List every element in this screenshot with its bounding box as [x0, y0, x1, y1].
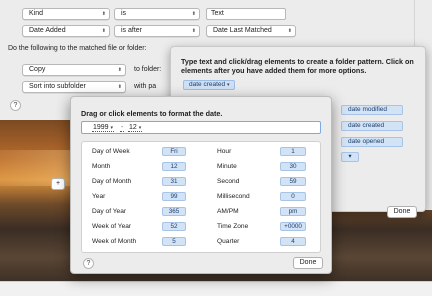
element-day-of-week[interactable]: Fri: [162, 147, 186, 156]
popup-arrows-icon: ⬍: [191, 11, 196, 17]
rule1-attribute-popup[interactable]: Kind ⬍: [22, 8, 110, 20]
rule2-attribute-value: Date Added: [29, 27, 66, 34]
popup-arrows-icon: ⬍: [117, 84, 122, 90]
element-time-zone[interactable]: +0000: [280, 222, 306, 231]
element-label: Second: [217, 178, 240, 185]
chevron-down-icon: ▾: [226, 82, 230, 88]
element-am-pm[interactable]: pm: [280, 207, 306, 216]
rule2-value-popup[interactable]: Date Last Matched ⬍: [206, 25, 296, 37]
action2-value: Sort into subfolder: [29, 83, 86, 90]
folder-pattern-instructions: Type text and click/drag elements to cre…: [181, 57, 414, 75]
add-action-button[interactable]: +: [51, 178, 65, 190]
token-more-menu[interactable]: ▾: [341, 152, 359, 162]
date-format-title: Drag or click elements to format the dat…: [81, 109, 223, 118]
date-dialog-help-button[interactable]: ?: [83, 258, 94, 269]
token-date-modified[interactable]: date modified: [341, 105, 403, 115]
element-label: Minute: [217, 163, 237, 170]
date-created-token[interactable]: date created ▾: [183, 80, 236, 90]
action1-popup[interactable]: Copy ⬍: [22, 64, 126, 76]
action2-popup[interactable]: Sort into subfolder ⬍: [22, 81, 126, 93]
popup-arrows-icon: ⬍: [287, 28, 292, 34]
rule2-operator-value: is after: [121, 27, 143, 34]
popup-arrows-icon: ⬍: [191, 28, 196, 34]
token-date-opened[interactable]: date opened: [341, 137, 403, 147]
folder-pattern-done-button[interactable]: Done: [387, 206, 417, 218]
chevron-down-icon: ▾: [110, 124, 114, 131]
element-label: AM/PM: [217, 208, 239, 215]
date-dialog-done-button[interactable]: Done: [293, 257, 323, 269]
rule1-operator-popup[interactable]: is ⬍: [114, 8, 200, 20]
element-label: Week of Year: [92, 223, 132, 230]
token-date-created[interactable]: date created: [341, 121, 403, 131]
main-help-button[interactable]: ?: [10, 100, 21, 111]
popup-arrows-icon: ⬍: [101, 28, 106, 34]
rule2-operator-popup[interactable]: is after ⬍: [114, 25, 200, 37]
action2-label: with pa: [134, 83, 157, 90]
element-label: Month: [92, 163, 111, 170]
format-token-year[interactable]: 1999 ▾: [92, 123, 115, 132]
date-format-field[interactable]: 1999 ▾ - 12 ▾: [81, 121, 321, 134]
element-quarter[interactable]: 4: [280, 237, 306, 246]
format-token-month-label: 12: [129, 123, 137, 131]
rule1-value-text: Text: [211, 10, 224, 17]
element-day-of-year[interactable]: 365: [162, 207, 186, 216]
rule1-operator-value: is: [121, 10, 127, 17]
element-label: Hour: [217, 148, 232, 155]
element-hour[interactable]: 1: [280, 147, 306, 156]
element-label: Day of Week: [92, 148, 130, 155]
chevron-down-icon: ▾: [138, 124, 142, 131]
element-week-of-month[interactable]: 5: [162, 237, 186, 246]
date-created-token-label: date created: [189, 81, 226, 88]
rule2-attribute-popup[interactable]: Date Added ⬍: [22, 25, 110, 37]
element-label: Day of Month: [92, 178, 132, 185]
element-label: Day of Year: [92, 208, 127, 215]
action1-value: Copy: [29, 66, 46, 73]
format-separator: -: [120, 123, 125, 132]
date-elements-box: Day of Week Fri Month 12 Day of Month 31…: [81, 141, 321, 253]
popup-arrows-icon: ⬍: [117, 67, 122, 73]
element-label: Millisecond: [217, 193, 250, 200]
element-label: Time Zone: [217, 223, 249, 230]
format-token-year-label: 1999: [93, 123, 109, 131]
action1-label: to folder:: [134, 66, 162, 73]
popup-arrows-icon: ⬍: [101, 11, 106, 17]
element-year[interactable]: 99: [162, 192, 186, 201]
element-day-of-month[interactable]: 31: [162, 177, 186, 186]
date-format-dialog: Drag or click elements to format the dat…: [70, 96, 332, 274]
element-millisecond[interactable]: 0: [280, 192, 306, 201]
element-label: Week of Month: [92, 238, 137, 245]
rule2-value-text: Date Last Matched: [213, 27, 272, 34]
element-label: Year: [92, 193, 106, 200]
element-second[interactable]: 59: [280, 177, 306, 186]
element-label: Quarter: [217, 238, 240, 245]
rule1-attribute-value: Kind: [29, 10, 44, 17]
actions-heading: Do the following to the matched file or …: [8, 45, 147, 52]
element-month[interactable]: 12: [162, 162, 186, 171]
rule1-value-field[interactable]: Text: [206, 8, 286, 20]
format-token-month[interactable]: 12 ▾: [128, 123, 143, 132]
window-bottom-edge: [0, 281, 432, 296]
element-week-of-year[interactable]: 52: [162, 222, 186, 231]
element-minute[interactable]: 30: [280, 162, 306, 171]
